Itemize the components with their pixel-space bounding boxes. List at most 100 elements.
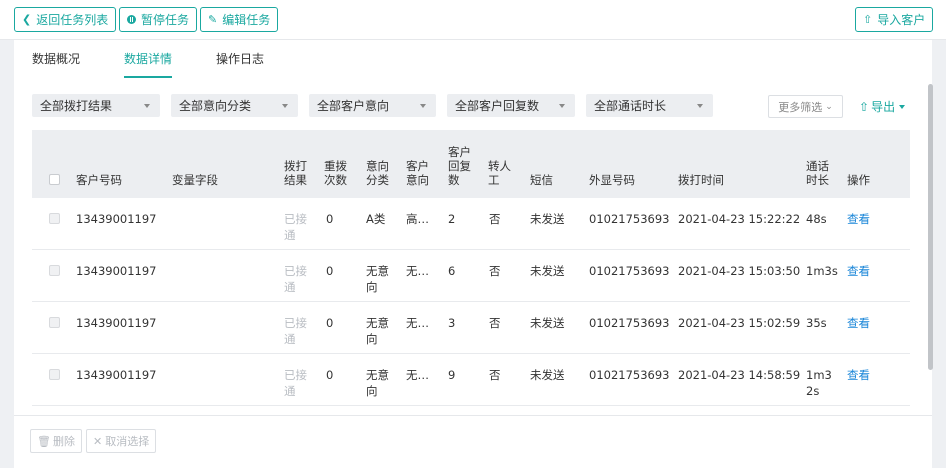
cell-duration: 48s bbox=[806, 212, 827, 226]
row-checkbox[interactable] bbox=[49, 213, 60, 224]
cell-caller-no: 01021753693 bbox=[589, 212, 670, 226]
th-customer-intent: 客户意向 bbox=[406, 159, 429, 187]
th-caller-no: 外显号码 bbox=[589, 173, 635, 187]
cell-duration: 35s bbox=[806, 316, 827, 330]
cell-redial: 0 bbox=[326, 316, 334, 330]
back-to-task-list-button[interactable]: ❮ 返回任务列表 bbox=[14, 7, 117, 32]
cell-customer-intent: 高… bbox=[406, 212, 429, 226]
cell-transfer: 否 bbox=[489, 316, 501, 330]
cell-transfer: 否 bbox=[489, 368, 501, 382]
th-dial-result: 拨打结果 bbox=[284, 159, 307, 187]
cell-dial-time: 2021-04-23 14:58:59 bbox=[678, 368, 801, 382]
bulk-action-footer: 🗑 删除 ✕ 取消选择 bbox=[14, 415, 932, 468]
th-dial-time: 拨打时间 bbox=[678, 173, 724, 187]
cell-transfer: 否 bbox=[489, 264, 501, 278]
caret-down-icon bbox=[282, 104, 288, 108]
customer-reply-select[interactable]: 全部客户回复数 bbox=[447, 94, 575, 117]
th-customer-no: 客户号码 bbox=[76, 173, 122, 187]
cell-dial-result: 已接通 bbox=[284, 316, 307, 346]
table-row: 13439001197 已接通 0 无意向 无… 6 否 未发送 0102175… bbox=[32, 250, 910, 302]
cell-customer-no: 13439001197 bbox=[76, 264, 157, 278]
customer-reply-value: 全部客户回复数 bbox=[455, 99, 540, 113]
select-all-checkbox[interactable] bbox=[49, 174, 60, 185]
dial-result-select[interactable]: 全部拨打结果 bbox=[32, 94, 160, 117]
customer-intent-select[interactable]: 全部客户意向 bbox=[309, 94, 436, 117]
tab-operation-log[interactable]: 操作日志 bbox=[216, 52, 264, 78]
cell-duration: 1m32s bbox=[806, 368, 832, 398]
caret-down-icon bbox=[559, 104, 565, 108]
deselect-label: 取消选择 bbox=[105, 435, 150, 448]
row-checkbox[interactable] bbox=[49, 369, 60, 380]
export-label: 导出 bbox=[871, 100, 896, 114]
edit-label: 编辑任务 bbox=[222, 13, 271, 27]
caret-down-icon bbox=[697, 104, 703, 108]
cell-reply-count: 9 bbox=[448, 368, 456, 382]
trash-icon: 🗑 bbox=[37, 434, 51, 448]
top-toolbar: ❮ 返回任务列表 暂停任务 ✎ 编辑任务 ⇧ 导入客户 bbox=[0, 0, 946, 40]
cell-redial: 0 bbox=[326, 212, 334, 226]
th-redial: 重拨次数 bbox=[324, 159, 347, 187]
cell-caller-no: 01021753693 bbox=[589, 264, 670, 278]
close-icon: ✕ bbox=[93, 434, 103, 448]
call-duration-select[interactable]: 全部通话时长 bbox=[586, 94, 713, 117]
cell-duration: 1m3s bbox=[806, 264, 838, 278]
cell-intent-class: 无意向 bbox=[366, 264, 389, 294]
cell-caller-no: 01021753693 bbox=[589, 368, 670, 382]
cell-intent-class: 无意向 bbox=[366, 316, 389, 346]
cell-intent-class: 无意向 bbox=[366, 368, 389, 398]
cell-caller-no: 01021753693 bbox=[589, 316, 670, 330]
export-icon: ⇧ bbox=[859, 99, 870, 114]
caret-down-icon bbox=[144, 104, 150, 108]
view-link[interactable]: 查看 bbox=[847, 211, 870, 227]
cell-dial-result: 已接通 bbox=[284, 212, 307, 242]
import-customer-button[interactable]: ⇧ 导入客户 bbox=[855, 7, 934, 32]
table-row: 13439001197 已接通 0 无意向 无… 9 否 未发送 0102175… bbox=[32, 354, 910, 406]
caret-down-icon bbox=[899, 104, 906, 109]
cell-intent-class: A类 bbox=[366, 212, 386, 226]
pencil-icon: ✎ bbox=[208, 13, 218, 26]
table-header: 客户号码 变量字段 拨打结果 重拨次数 意向分类 客户意向 客户回复数 转人工 … bbox=[32, 130, 910, 198]
table-row: 13439001197 已接通 0 无意向 无… 3 否 未发送 0102175… bbox=[32, 302, 910, 354]
pause-icon bbox=[127, 15, 136, 24]
pause-task-button[interactable]: 暂停任务 bbox=[119, 7, 198, 32]
tab-data-overview[interactable]: 数据概况 bbox=[32, 52, 80, 78]
cell-dial-result: 已接通 bbox=[284, 264, 307, 294]
intent-class-value: 全部意向分类 bbox=[179, 99, 252, 113]
export-button[interactable]: ⇧ 导出 bbox=[859, 98, 906, 115]
delete-label: 删除 bbox=[52, 435, 75, 448]
more-filters-button[interactable]: 更多筛选 ⌄ bbox=[768, 95, 843, 118]
intent-class-select[interactable]: 全部意向分类 bbox=[171, 94, 298, 117]
caret-down-icon bbox=[420, 104, 426, 108]
chevron-down-icon: ⌄ bbox=[825, 101, 833, 112]
tab-data-details[interactable]: 数据详情 bbox=[124, 52, 173, 78]
th-reply-count: 客户回复数 bbox=[448, 145, 471, 187]
cell-customer-intent: 无… bbox=[406, 264, 429, 278]
upload-icon: ⇧ bbox=[863, 13, 873, 26]
import-label: 导入客户 bbox=[877, 13, 926, 27]
row-checkbox[interactable] bbox=[49, 265, 60, 276]
view-link[interactable]: 查看 bbox=[847, 315, 870, 331]
row-checkbox[interactable] bbox=[49, 317, 60, 328]
customer-intent-value: 全部客户意向 bbox=[317, 99, 390, 113]
cell-dial-time: 2021-04-23 15:03:50 bbox=[678, 264, 801, 278]
chevron-left-icon: ❮ bbox=[22, 13, 32, 26]
view-link[interactable]: 查看 bbox=[847, 263, 870, 279]
cell-sms: 未发送 bbox=[530, 264, 565, 278]
delete-button[interactable]: 🗑 删除 bbox=[30, 429, 82, 453]
vertical-scrollbar[interactable] bbox=[928, 84, 933, 370]
deselect-button[interactable]: ✕ 取消选择 bbox=[86, 429, 157, 453]
cell-redial: 0 bbox=[326, 368, 334, 382]
cell-sms: 未发送 bbox=[530, 212, 565, 226]
th-sms: 短信 bbox=[530, 173, 553, 187]
th-duration: 通话时长 bbox=[806, 159, 829, 187]
view-link[interactable]: 查看 bbox=[847, 367, 870, 383]
th-action: 操作 bbox=[847, 173, 870, 187]
cell-customer-intent: 无… bbox=[406, 316, 429, 330]
edit-task-button[interactable]: ✎ 编辑任务 bbox=[200, 7, 279, 32]
dial-result-value: 全部拨打结果 bbox=[40, 99, 113, 113]
th-transfer: 转人工 bbox=[488, 159, 511, 187]
cell-dial-time: 2021-04-23 15:02:59 bbox=[678, 316, 801, 330]
main-card: 数据概况 数据详情 操作日志 全部拨打结果 全部意向分类 全部客户意向 全部客户… bbox=[14, 40, 932, 415]
tab-bar: 数据概况 数据详情 操作日志 bbox=[32, 52, 308, 82]
pause-label: 暂停任务 bbox=[141, 13, 190, 27]
